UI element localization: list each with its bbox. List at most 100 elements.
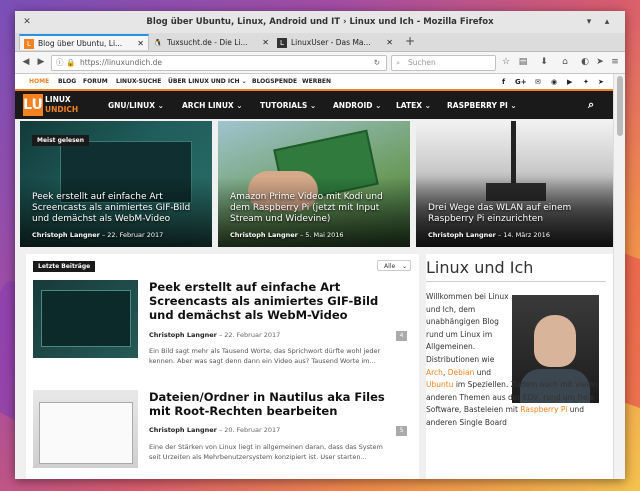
- hero-meta: Christoph Langner – 5. Mai 2016: [230, 231, 344, 239]
- sidebar-title: Linux und Ich: [426, 258, 534, 277]
- close-window-icon[interactable]: ✕: [21, 16, 33, 28]
- topnav-forum[interactable]: FORUM: [83, 78, 108, 85]
- back-icon[interactable]: ◀: [19, 56, 33, 69]
- list-item: Peek erstellt auf einfache Art Screencas…: [33, 280, 411, 380]
- topnav-werben[interactable]: WERBEN: [302, 78, 331, 85]
- logo-text-2: UNDICH: [45, 105, 79, 114]
- sidebar-mid: Ubuntu im Speziellen. Zudem auch mit vie…: [426, 380, 598, 427]
- page-content: HOME BLOG FORUM LINUX-SUCHE ÜBER LINUX U…: [15, 74, 613, 479]
- bookmark-star-icon[interactable]: ☆: [499, 56, 513, 69]
- hero-article[interactable]: Drei Wege das WLAN auf einem Raspberry P…: [416, 121, 613, 247]
- sidebar-intro: Willkommen bei Linux und Ich, dem unabhä…: [426, 292, 509, 364]
- rss-icon[interactable]: ◉: [551, 78, 557, 86]
- hero-article[interactable]: Meist gelesen Peek erstellt auf einfache…: [20, 121, 212, 247]
- tux-favicon-icon: 🐧: [153, 39, 163, 47]
- chevron-down-icon: ⌄: [401, 263, 407, 270]
- close-tab-icon[interactable]: ✕: [262, 35, 269, 51]
- comment-count[interactable]: 5: [396, 426, 407, 436]
- url-text: https://linuxundich.de: [80, 58, 162, 67]
- search-input[interactable]: ⌕ Suchen: [391, 55, 496, 71]
- thumbnail-screen: [39, 402, 133, 464]
- reload-icon[interactable]: ↻: [374, 56, 380, 70]
- close-tab-icon[interactable]: ✕: [137, 36, 144, 50]
- hero-title[interactable]: Drei Wege das WLAN auf einem Raspberry P…: [428, 203, 603, 225]
- nav-latex[interactable]: LATEX ⌄: [396, 101, 431, 110]
- post-title[interactable]: Dateien/Ordner in Nautilus aka Files mit…: [149, 390, 399, 418]
- hero-meta: Christoph Langner – 22. Februar 2017: [32, 231, 164, 239]
- filter-dropdown[interactable]: Alle ⌄: [377, 260, 411, 271]
- tab-label: Blog über Ubuntu, Li...: [38, 39, 123, 48]
- search-placeholder: Suchen: [408, 58, 436, 67]
- nav-android[interactable]: ANDROID ⌄: [333, 101, 381, 110]
- meist-gelesen-badge: Meist gelesen: [32, 135, 90, 146]
- topnav-blogspende[interactable]: BLOGSPENDE: [252, 78, 297, 85]
- scrollbar[interactable]: [613, 74, 625, 479]
- list-item: Dateien/Ordner in Nautilus aka Files mit…: [33, 390, 411, 479]
- youtube-icon[interactable]: ▶: [567, 78, 572, 86]
- google-plus-icon[interactable]: G+: [515, 78, 527, 86]
- hamburger-menu-icon[interactable]: ≡: [608, 56, 622, 69]
- tab-label: LinuxUser - Das Ma...: [291, 38, 371, 47]
- download-icon[interactable]: ⬇: [537, 56, 551, 69]
- library-icon[interactable]: ▤: [516, 56, 530, 69]
- close-tab-icon[interactable]: ✕: [386, 35, 393, 51]
- info-icon[interactable]: ⓘ: [56, 56, 64, 70]
- site-search-icon[interactable]: ⌕: [588, 98, 594, 112]
- nav-gnu-linux[interactable]: GNU/LINUX ⌄: [108, 101, 164, 110]
- facebook-icon[interactable]: f: [502, 78, 505, 86]
- topnav-linux-suche[interactable]: LINUX-SUCHE: [116, 78, 161, 85]
- raspberry-pi-link[interactable]: Raspberry Pi: [520, 405, 567, 414]
- navigation-toolbar: ◀ ▶ ⓘ 🔒 https://linuxundich.de ↻ ⌕ Suche…: [15, 52, 625, 74]
- telegram-icon[interactable]: ➤: [598, 78, 604, 86]
- tab-linuxuser[interactable]: L LinuxUser - Das Ma... ✕: [273, 35, 397, 51]
- site-logo[interactable]: LU LINUX UNDICH: [23, 94, 78, 116]
- ubuntu-link[interactable]: Ubuntu: [426, 380, 453, 389]
- window-title: Blog über Ubuntu, Linux, Android und IT …: [146, 17, 494, 27]
- tab-tuxsucht[interactable]: 🐧 Tuxsucht.de - Die Li... ✕: [149, 35, 273, 51]
- post-excerpt: Ein Bild sagt mehr als Tausend Worte, da…: [149, 347, 381, 365]
- pocket-icon[interactable]: ◐: [578, 56, 592, 69]
- latest-posts: Letzte Beiträge Alle ⌄ Peek erstellt auf…: [26, 254, 419, 479]
- logo-mark: LU: [23, 94, 43, 116]
- nav-tutorials[interactable]: TUTORIALS ⌄: [260, 101, 316, 110]
- post-title[interactable]: Peek erstellt auf einfache Art Screencas…: [149, 280, 399, 322]
- maximize-window-icon[interactable]: ▴: [601, 16, 613, 28]
- search-icon: ⌕: [396, 58, 401, 67]
- send-icon[interactable]: ➤: [593, 56, 607, 69]
- site-main-nav: LU LINUX UNDICH GNU/LINUX ⌄ ARCH LINUX ⌄…: [15, 91, 613, 119]
- tab-strip: L Blog über Ubuntu, Li... ✕ 🐧 Tuxsucht.d…: [15, 33, 625, 52]
- sidebar-links: Arch, Debian und: [426, 367, 491, 377]
- tab-label: Tuxsucht.de - Die Li...: [167, 38, 248, 47]
- topnav-blog[interactable]: BLOG: [58, 78, 76, 85]
- hero-title[interactable]: Amazon Prime Video mit Kodi und dem Rasp…: [230, 192, 400, 225]
- topnav-home[interactable]: HOME: [29, 78, 49, 85]
- linuxuser-favicon-icon: L: [277, 38, 287, 48]
- url-bar[interactable]: ⓘ 🔒 https://linuxundich.de ↻: [51, 55, 387, 71]
- post-meta: Christoph Langner – 20. Februar 2017: [149, 426, 281, 434]
- comment-count[interactable]: 4: [396, 331, 407, 341]
- post-thumbnail[interactable]: [33, 390, 138, 468]
- arch-link[interactable]: Arch: [426, 368, 443, 377]
- topnav-ueber[interactable]: ÜBER LINUX UND ICH ⌄: [168, 78, 247, 85]
- home-icon[interactable]: ⌂: [558, 56, 572, 69]
- minimize-window-icon[interactable]: ▾: [583, 16, 595, 28]
- latest-posts-badge: Letzte Beiträge: [33, 261, 96, 272]
- new-tab-icon[interactable]: +: [405, 34, 415, 48]
- site-top-nav: HOME BLOG FORUM LINUX-SUCHE ÜBER LINUX U…: [15, 74, 613, 91]
- scrollbar-thumb[interactable]: [617, 76, 623, 136]
- post-meta: Christoph Langner – 22. Februar 2017: [149, 331, 281, 339]
- title-bar: Blog über Ubuntu, Linux, Android und IT …: [15, 11, 625, 33]
- tab-linuxundich[interactable]: L Blog über Ubuntu, Li... ✕: [19, 34, 149, 50]
- hero-title[interactable]: Peek erstellt auf einfache Art Screencas…: [32, 192, 202, 225]
- linuxundich-favicon-icon: L: [24, 39, 34, 49]
- nav-raspberry-pi[interactable]: RASPBERRY PI ⌄: [447, 101, 517, 110]
- twitter-icon[interactable]: ✦: [583, 78, 589, 86]
- nav-arch-linux[interactable]: ARCH LINUX ⌄: [182, 101, 243, 110]
- mail-icon[interactable]: ✉: [535, 78, 541, 86]
- forward-icon[interactable]: ▶: [34, 56, 48, 69]
- sidebar-text: Willkommen bei Linux und Ich, dem unabhä…: [426, 291, 606, 430]
- lock-icon: 🔒: [66, 58, 76, 67]
- hero-article[interactable]: Amazon Prime Video mit Kodi und dem Rasp…: [218, 121, 410, 247]
- debian-link[interactable]: Debian: [448, 368, 475, 377]
- post-thumbnail[interactable]: [33, 280, 138, 358]
